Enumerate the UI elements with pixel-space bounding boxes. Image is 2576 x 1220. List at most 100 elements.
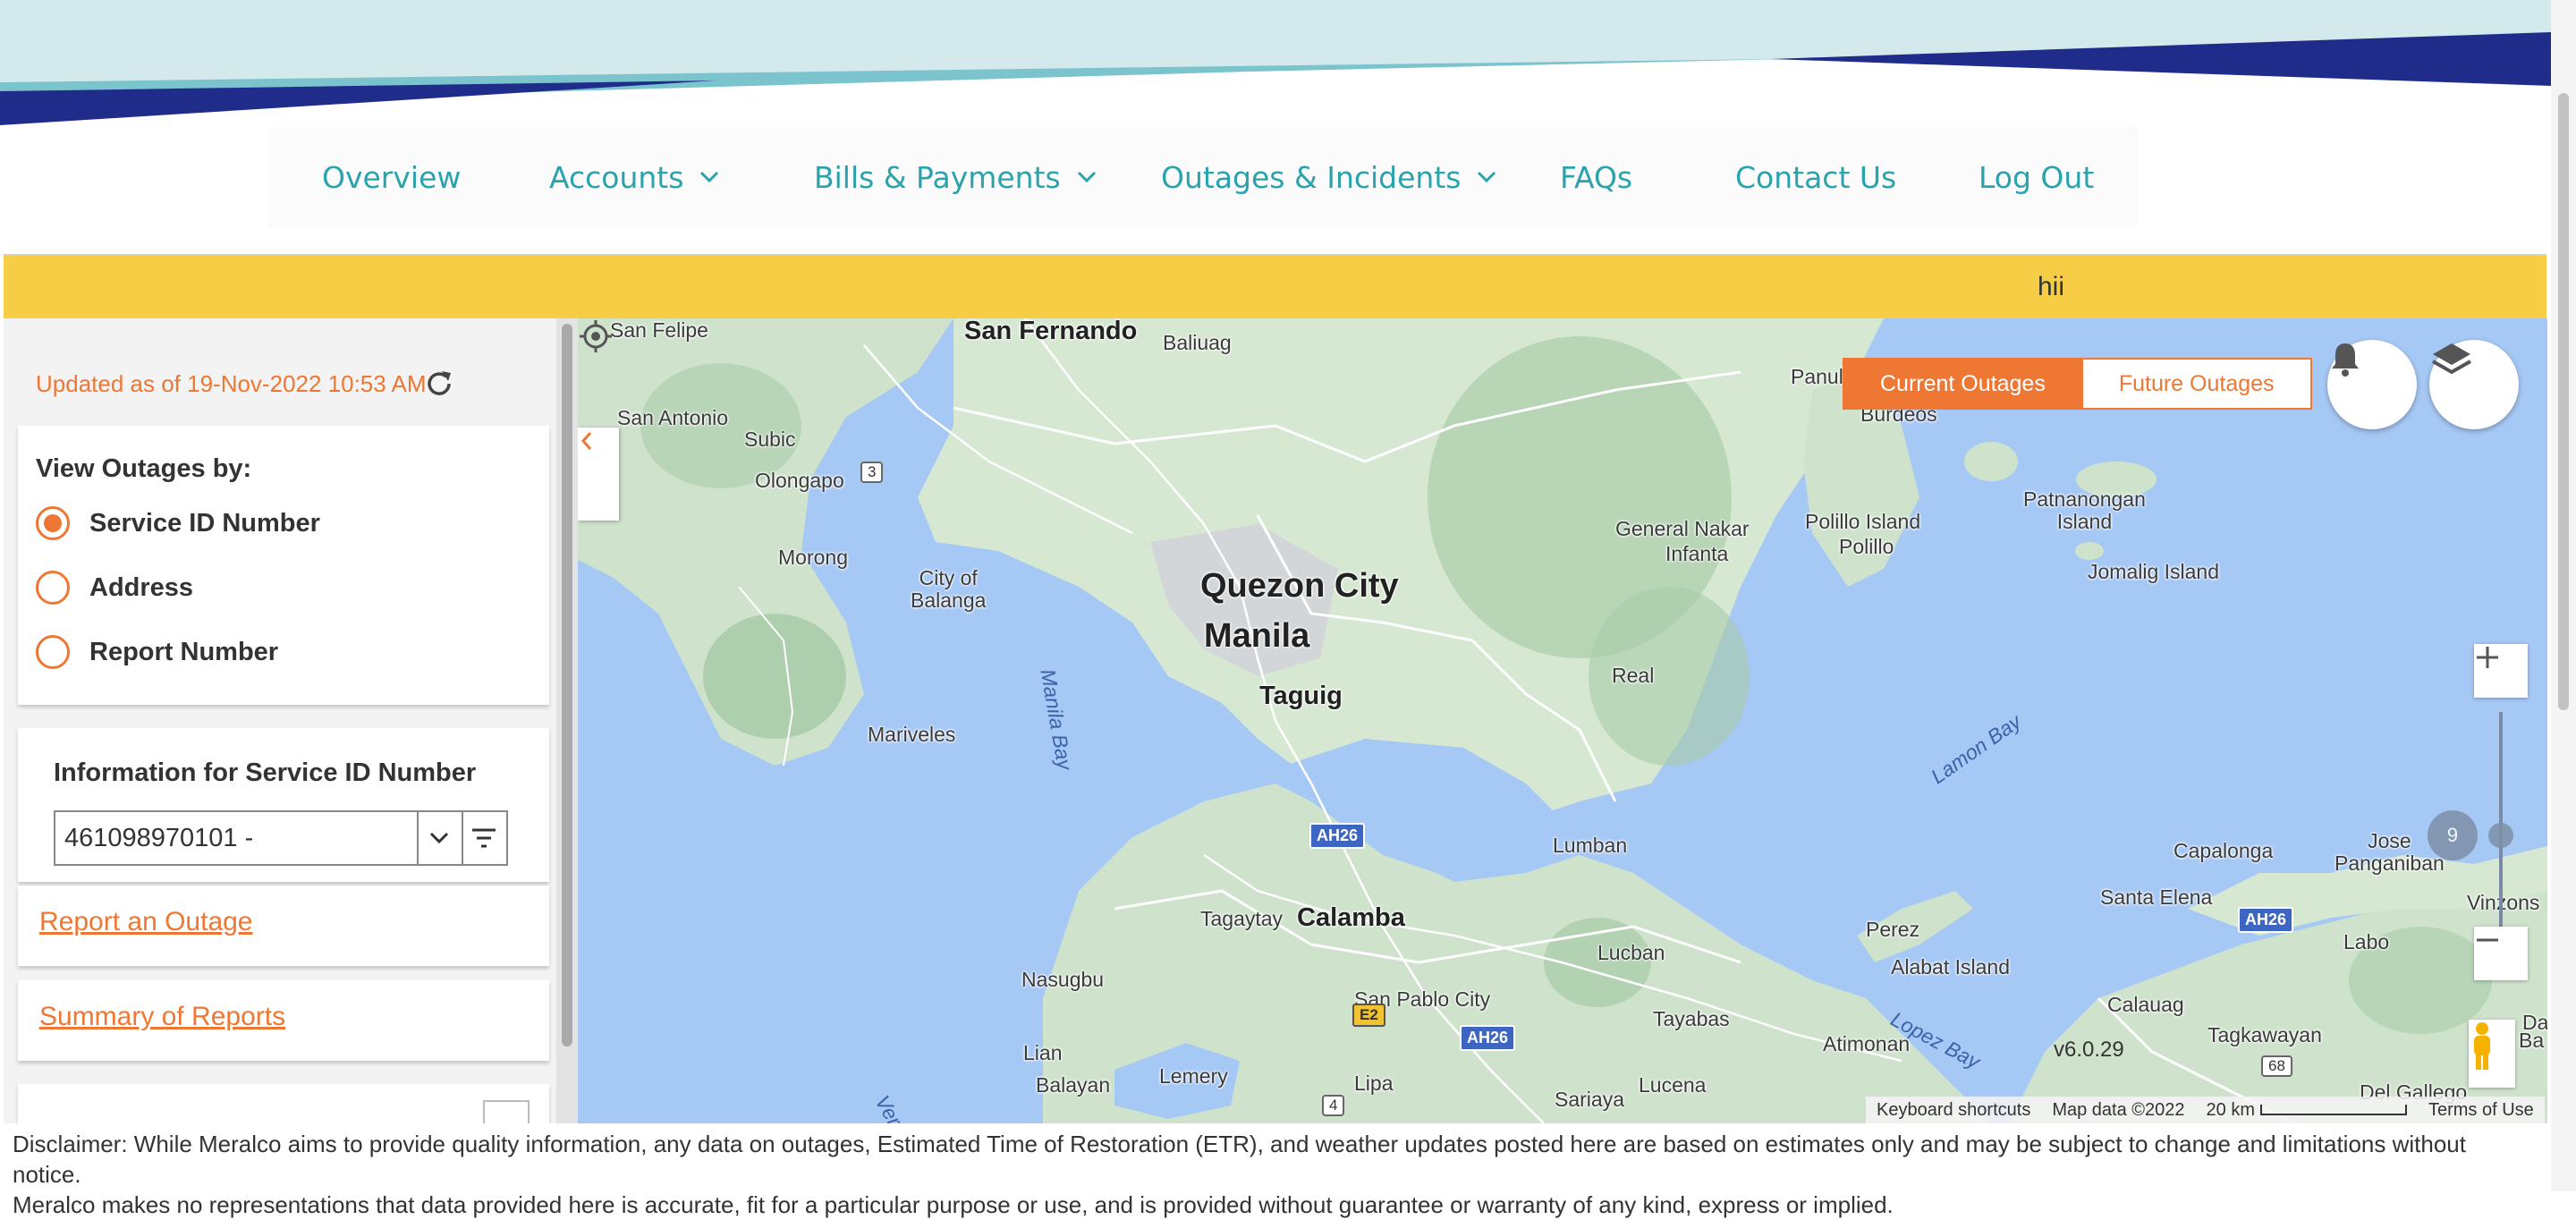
main-navigation: Overview Accounts Bills & Payments Outag… xyxy=(268,127,2138,227)
scale-bar xyxy=(2259,1104,2407,1115)
layers-button[interactable] xyxy=(2429,340,2519,429)
collapse-panel-button[interactable] xyxy=(578,428,619,521)
chevron-down-icon xyxy=(700,171,719,183)
map-label: Taguig xyxy=(1259,682,1343,710)
map-label: Lucban xyxy=(1597,941,1665,964)
panel-scrollbar-thumb[interactable] xyxy=(562,324,572,1046)
keyboard-shortcuts-link[interactable]: Keyboard shortcuts xyxy=(1866,1100,2041,1121)
outage-map[interactable]: San Felipe San Fernando Baliuag San Anto… xyxy=(578,318,2547,1123)
road-shield: AH26 xyxy=(1309,823,1366,849)
service-id-select[interactable] xyxy=(54,810,419,866)
map-label: City of Balanga xyxy=(911,566,987,612)
map-label: Balayan xyxy=(1036,1073,1111,1097)
map-label: Sariaya xyxy=(1555,1088,1624,1111)
chevron-down-icon xyxy=(1478,171,1496,183)
notifications-button[interactable] xyxy=(2327,340,2417,429)
radio-address[interactable]: Address xyxy=(36,571,193,605)
map-label: Mariveles xyxy=(868,723,956,746)
road-shield: AH26 xyxy=(2238,907,2294,933)
terms-of-use-link[interactable]: Terms of Use xyxy=(2418,1100,2545,1121)
map-label: Quezon City xyxy=(1200,567,1399,605)
road-shield: 3 xyxy=(860,462,884,483)
service-id-card: Information for Service ID Number xyxy=(18,728,549,882)
nav-accounts-label: Accounts xyxy=(549,159,684,195)
map-label: Tagaytay xyxy=(1200,907,1284,930)
map-label: Real xyxy=(1612,664,1655,687)
road-shield: 68 xyxy=(2261,1055,2292,1077)
nav-contact-us[interactable]: Contact Us xyxy=(1735,127,1896,227)
future-outages-button[interactable]: Future Outages xyxy=(2082,358,2312,410)
filter-button[interactable] xyxy=(463,810,508,866)
radio-button[interactable] xyxy=(36,635,70,669)
report-outage-card: Report an Outage xyxy=(18,885,549,966)
partial-control xyxy=(483,1100,530,1123)
map-label: Manila xyxy=(1204,617,1310,655)
map-label: Subic xyxy=(744,428,796,451)
disclaimer: Disclaimer: While Meralco aims to provid… xyxy=(13,1129,2535,1220)
nav-overview[interactable]: Overview xyxy=(322,127,461,227)
map-label: Santa Elena xyxy=(2100,885,2213,909)
zoom-in-button[interactable] xyxy=(2474,644,2528,698)
radio-address-label: Address xyxy=(89,572,194,602)
map-label: Lumban xyxy=(1553,834,1628,857)
alert-text: hii xyxy=(2038,272,2065,301)
road-shield: E2 xyxy=(1352,1004,1385,1027)
radio-service-id[interactable]: Service ID Number xyxy=(36,506,320,540)
disclaimer-line-2: Meralco makes no representations that da… xyxy=(13,1191,1894,1218)
summary-reports-link[interactable]: Summary of Reports xyxy=(39,1002,285,1032)
pegman-icon xyxy=(2474,1022,2490,1070)
radio-report-number[interactable]: Report Number xyxy=(36,635,278,669)
radio-button[interactable] xyxy=(36,571,70,605)
radio-button-selected[interactable] xyxy=(36,506,70,540)
layers-icon xyxy=(2432,343,2471,375)
map-label: Polillo Island xyxy=(1805,510,1921,533)
map-label: Baliuag xyxy=(1163,331,1232,354)
view-outages-card: View Outages by: Service ID Number Addre… xyxy=(18,426,549,705)
current-outages-button[interactable]: Current Outages xyxy=(1843,358,2083,410)
bell-icon xyxy=(2332,343,2359,377)
map-label: Tagkawayan xyxy=(2207,1023,2322,1046)
zoom-out-button[interactable] xyxy=(2474,927,2528,980)
map-label: Panul xyxy=(1791,365,1843,388)
nav-outages-incidents[interactable]: Outages & Incidents xyxy=(1161,127,1496,227)
road-shield: 4 xyxy=(1322,1095,1345,1116)
street-view-pegman[interactable] xyxy=(2469,1020,2515,1088)
map-label: San Fernando xyxy=(964,318,1138,345)
map-data-text: Map data ©2022 xyxy=(2052,1099,2185,1120)
refresh-icon[interactable] xyxy=(422,367,456,401)
minus-icon xyxy=(2477,938,2498,942)
nav-contact-label: Contact Us xyxy=(1735,159,1897,195)
map-label: Calamba xyxy=(1297,903,1405,932)
map-label: Calauag xyxy=(2107,993,2184,1016)
alert-banner: hii xyxy=(4,254,2546,320)
map-label: Lian xyxy=(1023,1041,1063,1064)
outage-type-toggle: Current Outages Future Outages xyxy=(1843,358,2312,410)
service-id-dropdown-button[interactable] xyxy=(419,810,463,866)
zoom-level-indicator[interactable]: 9 xyxy=(2428,810,2478,860)
map-label: Morong xyxy=(778,546,848,569)
zoom-slider-handle[interactable] xyxy=(2488,823,2513,848)
page-scrollbar-thumb[interactable] xyxy=(2558,93,2569,710)
map-label: Perez xyxy=(1866,918,1920,941)
nav-bills-payments[interactable]: Bills & Payments xyxy=(814,127,1097,227)
map-label: Lipa xyxy=(1354,1072,1394,1095)
panel-scrollbar[interactable] xyxy=(556,318,578,1123)
nav-logout-label: Log Out xyxy=(1979,159,2095,195)
map-label: Infanta xyxy=(1665,542,1729,565)
nav-faqs[interactable]: FAQs xyxy=(1560,127,1632,227)
nav-overview-label: Overview xyxy=(322,159,462,195)
partial-card xyxy=(18,1084,549,1123)
outage-filter-panel: Updated as of 19-Nov-2022 10:53 AM View … xyxy=(4,318,578,1123)
map-label: Tayabas xyxy=(1653,1007,1730,1030)
nav-log-out[interactable]: Log Out xyxy=(1979,127,2094,227)
header-banner xyxy=(0,0,2551,125)
map-label: Lucena xyxy=(1639,1073,1707,1097)
report-outage-link[interactable]: Report an Outage xyxy=(39,907,253,937)
locate-me-icon[interactable] xyxy=(578,318,614,354)
nav-outages-label: Outages & Incidents xyxy=(1161,159,1462,195)
nav-accounts[interactable]: Accounts xyxy=(549,127,719,227)
map-scale: 20 km xyxy=(2196,1100,2418,1121)
map-terrain xyxy=(578,318,2547,1123)
chevron-down-icon xyxy=(1077,171,1096,183)
page-scrollbar[interactable] xyxy=(2551,0,2576,1191)
